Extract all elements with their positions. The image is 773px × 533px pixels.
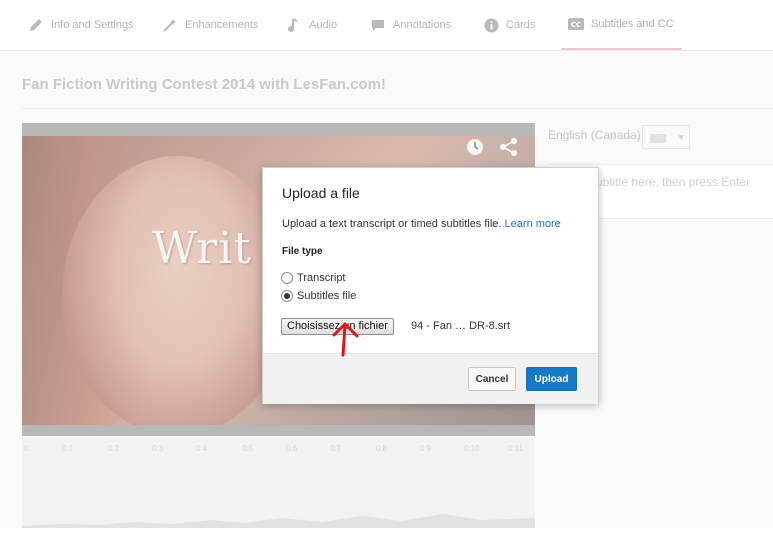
selected-file-name: 94 - Fan … DR-8.srt [411,320,511,332]
dialog-description-text: Upload a text transcript or timed subtit… [282,218,502,230]
magic-wand-icon [162,17,178,33]
language-label: English (Canada) [548,128,641,142]
cancel-button[interactable]: Cancel [468,367,516,391]
timeline-tick: 0:1 [62,444,74,453]
file-type-label: File type [282,246,323,257]
video-title: Fan Fiction Writing Contest 2014 with Le… [22,76,386,93]
timeline-tick: 0:11 [508,444,523,453]
timeline-ticks: 0 0:1 0:2 0:3 0:4 0:5 0:6 0:7 0:8 0:9 0:… [22,444,535,458]
tab-info-and-settings[interactable]: Info and Settings [28,0,134,50]
flag-icon [650,134,666,143]
radio-transcript[interactable]: Transcript [281,272,346,284]
clock-icon[interactable] [465,137,485,157]
chevron-down-icon: ▼ [677,132,685,142]
tab-label: Annotations [393,19,452,31]
video-overlay-text: Writ [152,223,253,274]
editor-tab-bar: Info and Settings Enhancements Audio Ann… [0,0,773,51]
annotation-arrow-icon [332,322,359,357]
timeline-tick: 0:8 [376,444,388,453]
dialog-description: Upload a text transcript or timed subtit… [282,218,561,230]
timeline-tick: 0:6 [286,444,298,453]
timeline-tick: 0:2 [108,444,120,453]
svg-text:CC: CC [571,21,581,29]
tab-audio[interactable]: Audio [286,0,337,50]
language-dropdown[interactable]: ▼ [642,125,690,149]
pencil-icon [28,17,44,33]
timeline-tick: 0:5 [242,444,254,453]
timeline-tick: 0:4 [196,444,208,453]
share-icon[interactable] [499,137,519,157]
upload-button[interactable]: Upload [526,367,577,391]
timeline-tick: 0:7 [330,444,342,453]
info-icon [483,17,499,33]
learn-more-link[interactable]: Learn more [505,218,561,230]
radio-label: Subtitles file [297,290,357,302]
timeline-tick: 0 [24,444,29,453]
music-note-icon [286,17,302,33]
tab-enhancements[interactable]: Enhancements [162,0,258,50]
dialog-footer: Cancel Upload [263,353,598,404]
radio-button[interactable] [281,290,293,302]
cc-icon: CC [568,16,584,32]
subtitle-placeholder: ubtitle here, then press Enter [596,175,751,189]
speech-bubble-icon [370,17,386,33]
radio-button[interactable] [281,272,293,284]
timeline-tick: 0:3 [152,444,164,453]
tab-label: Enhancements [185,19,259,31]
tab-label: Audio [309,19,338,31]
divider [22,108,773,109]
tab-label: Cards [506,19,536,31]
timeline-tick: 0:9 [420,444,432,453]
radio-label: Transcript [297,272,346,284]
timeline-tick: 0:10 [464,444,480,453]
tab-annotations[interactable]: Annotations [370,0,451,50]
radio-subtitles-file[interactable]: Subtitles file [281,290,356,302]
tab-subtitles-and-cc[interactable]: CC Subtitles and CC [562,0,682,50]
tab-label: Info and Settings [51,19,134,31]
tab-cards[interactable]: Cards [483,0,535,50]
dialog-title: Upload a file [282,185,360,201]
tab-label: Subtitles and CC [591,18,674,30]
upload-file-dialog: Upload a file Upload a text transcript o… [262,167,599,404]
